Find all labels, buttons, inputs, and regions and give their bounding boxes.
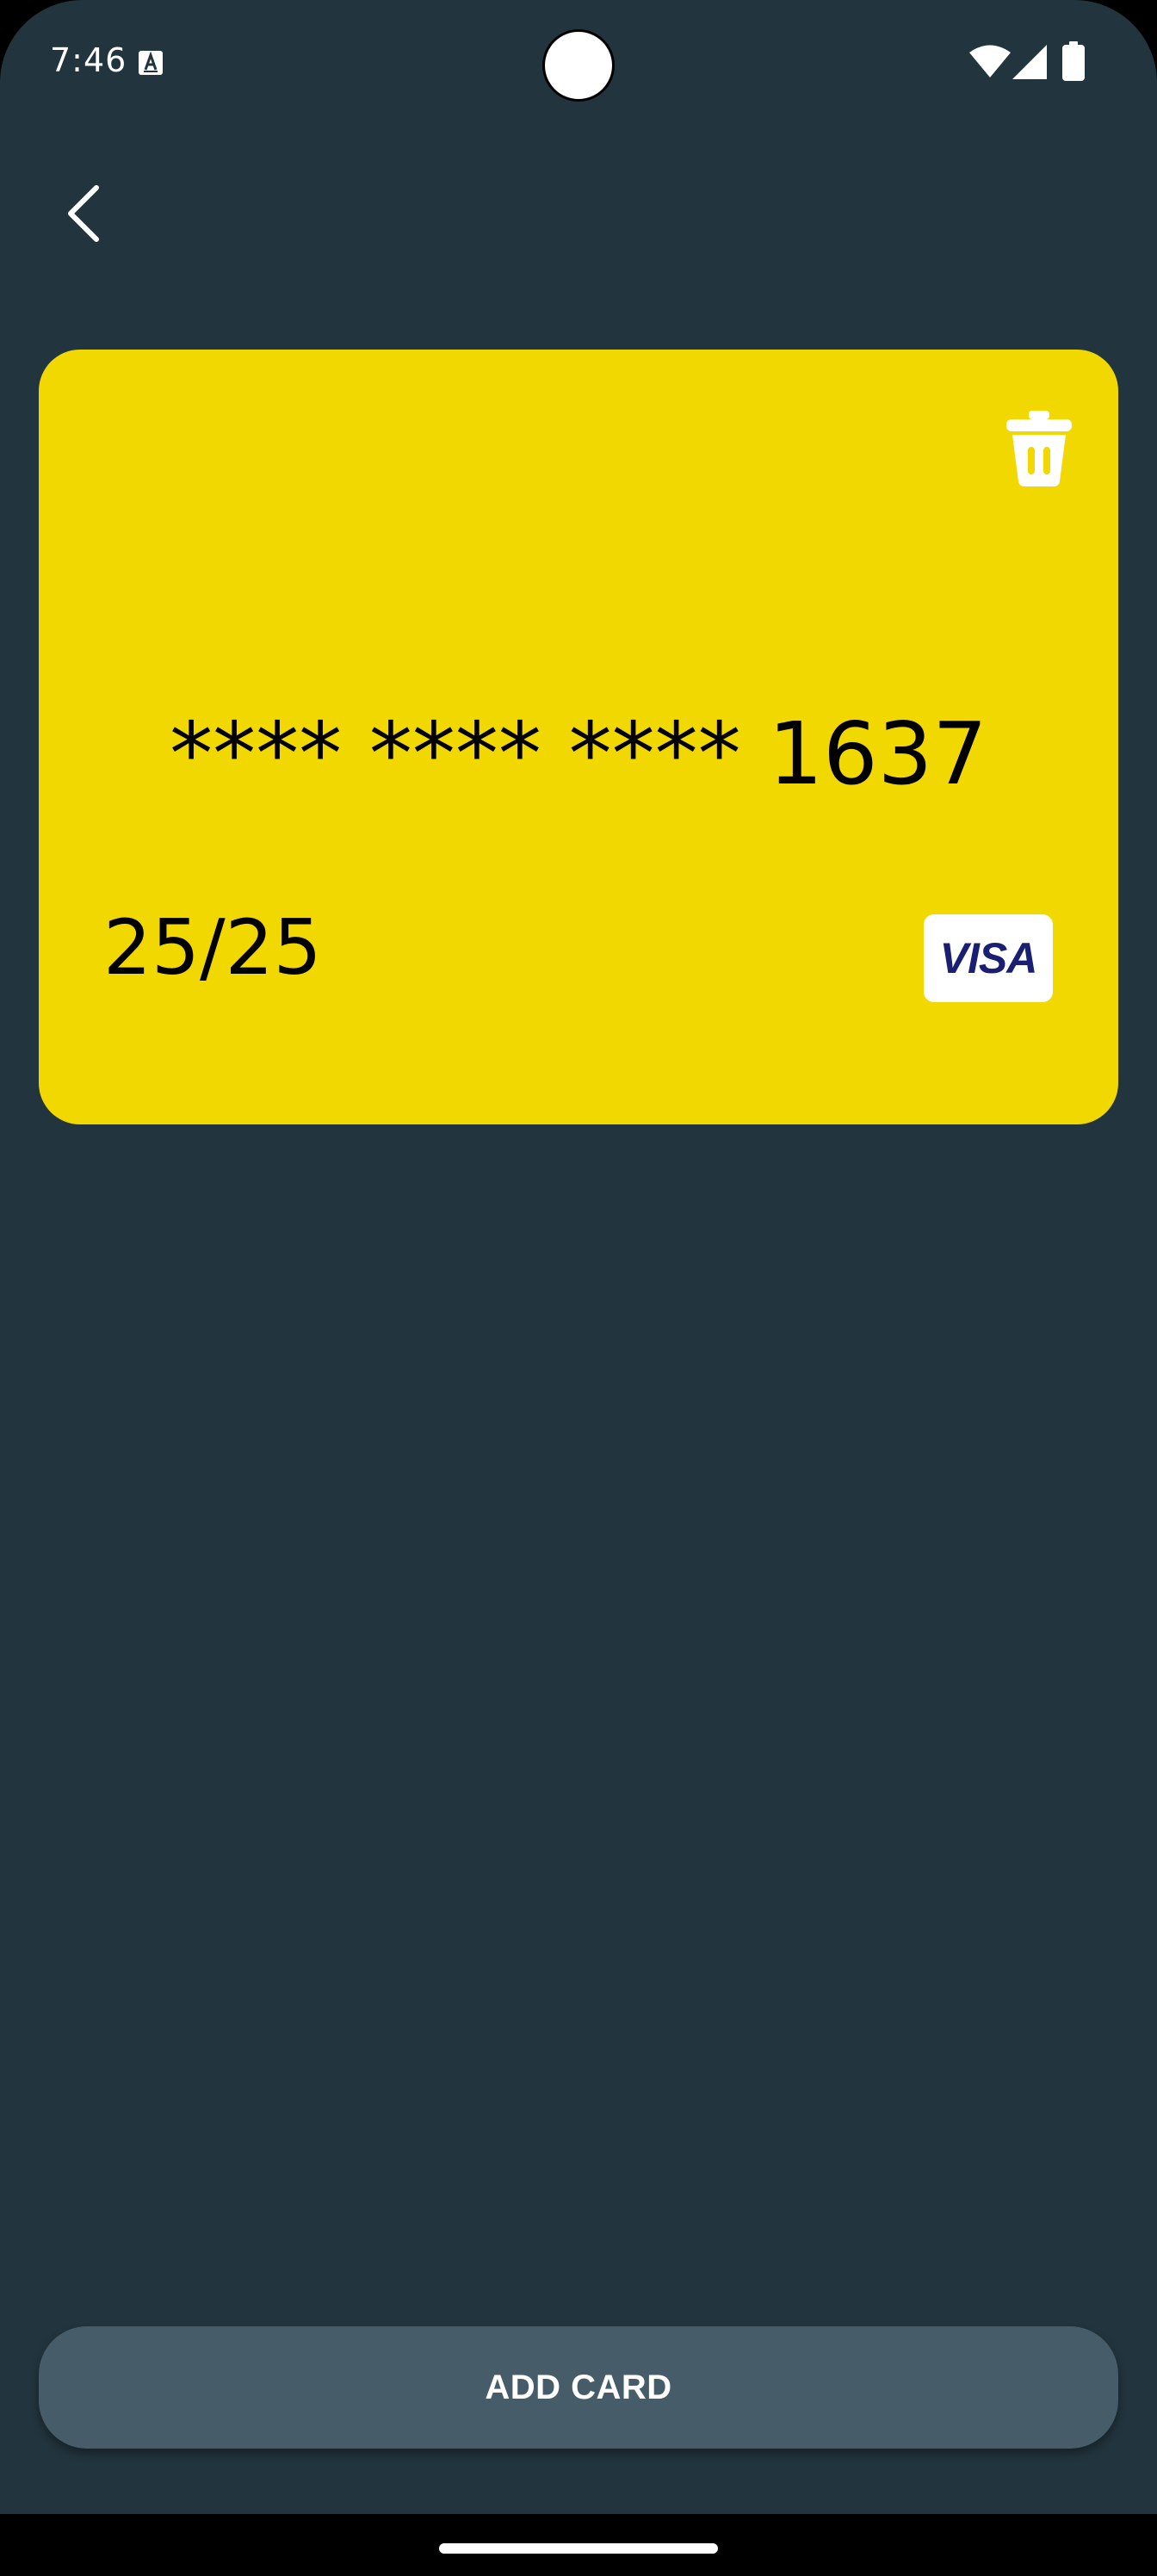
keyboard-a-icon <box>139 51 163 75</box>
payment-card[interactable]: **** **** **** 1637 25/25 VISA <box>39 350 1118 1124</box>
card-number: **** **** **** 1637 <box>170 703 987 804</box>
trash-icon <box>1006 411 1072 486</box>
add-card-button[interactable]: ADD CARD <box>39 2326 1118 2449</box>
navigation-bar <box>0 2514 1157 2576</box>
back-button[interactable] <box>50 172 119 255</box>
wifi-icon <box>969 45 1011 77</box>
visa-logo: VISA <box>924 914 1053 1002</box>
camera-cutout <box>542 29 615 102</box>
card-expiry: 25/25 <box>103 903 322 992</box>
chevron-left-icon <box>68 185 99 242</box>
delete-card-button[interactable] <box>996 401 1082 496</box>
status-bar: 7:46 <box>0 0 1157 129</box>
battery-icon <box>1062 41 1085 81</box>
home-gesture-handle[interactable] <box>439 2543 718 2554</box>
signal-icon <box>1012 45 1047 79</box>
card-list-screen: 7:46 **** **** **** 1637 25/25 VISA ADD … <box>0 0 1157 2576</box>
status-time: 7:46 <box>50 41 127 79</box>
